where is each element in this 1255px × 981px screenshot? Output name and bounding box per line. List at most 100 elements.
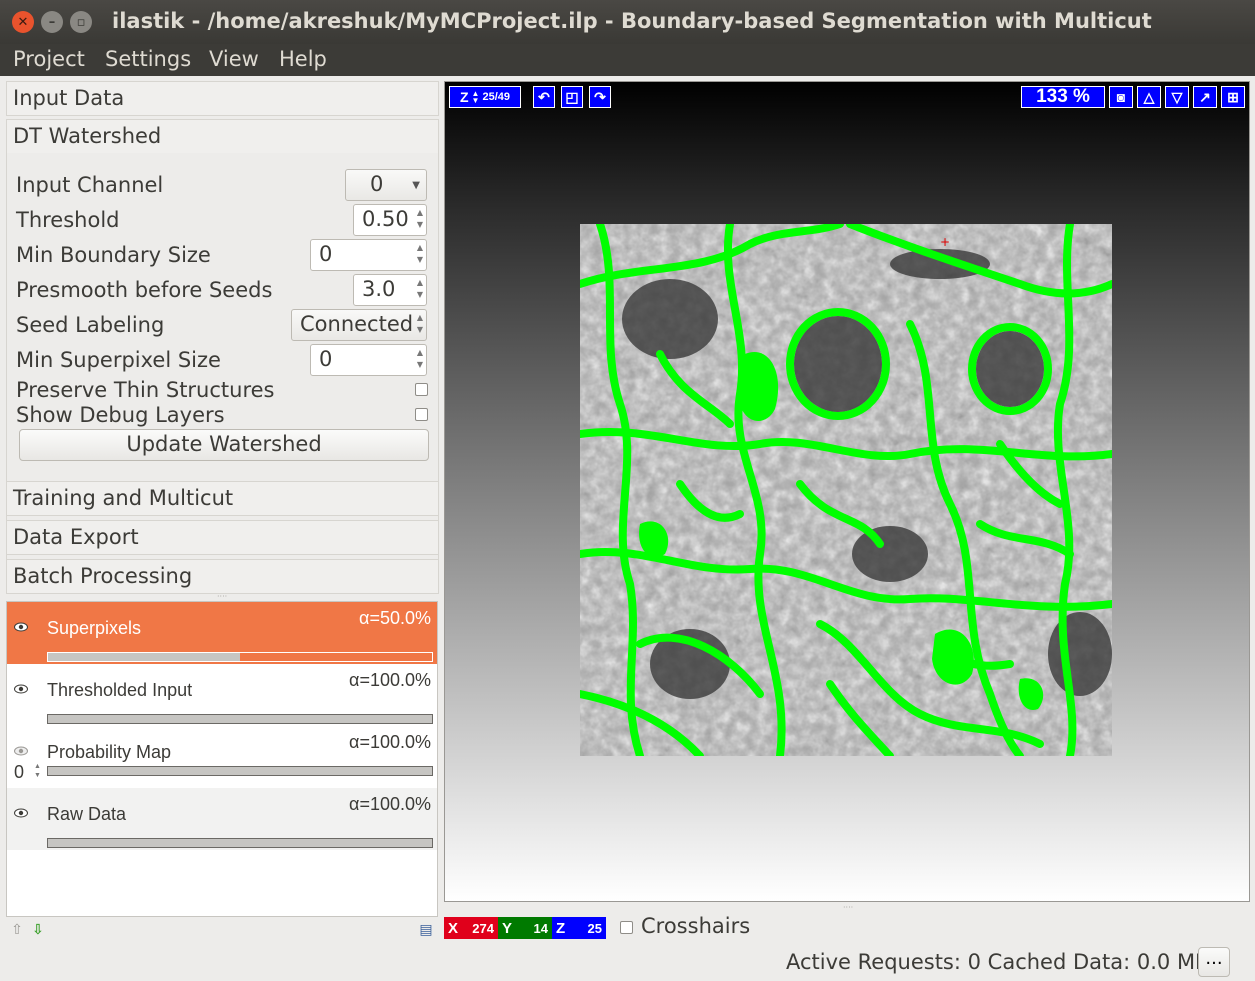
min-boundary-label: Min Boundary Size: [16, 243, 211, 267]
applet-data-export[interactable]: Data Export: [6, 520, 439, 555]
maximize-view-icon[interactable]: ↗: [1193, 86, 1217, 108]
min-boundary-value: 0: [319, 242, 333, 266]
threshold-value: 0.50: [362, 207, 409, 231]
input-channel-label: Input Channel: [16, 173, 164, 197]
layer-name: Superpixels: [47, 618, 142, 638]
layer-probability-map[interactable]: Probability Map α=100.0% 0 ▲ ▼: [7, 726, 437, 788]
layer-raw-data[interactable]: Raw Data α=100.0%: [7, 788, 437, 850]
spin-arrows-icon[interactable]: ▲ ▼: [417, 242, 423, 266]
layer-thresholded-input[interactable]: Thresholded Input α=100.0%: [7, 664, 437, 726]
maximize-window-button[interactable]: ▫: [70, 11, 92, 33]
applet-drawer: Input Data DT Watershed Input Channel 0 …: [4, 80, 439, 595]
z-value: 25: [587, 920, 602, 936]
seed-labeling-combo[interactable]: Connected ▲ ▼: [291, 309, 427, 341]
splitter-handle[interactable]: ····: [843, 903, 853, 912]
layer-name: Thresholded Input: [47, 680, 193, 700]
layer-settings-icon[interactable]: ▤: [417, 921, 435, 939]
min-boundary-spinbox[interactable]: 0 ▲ ▼: [310, 239, 427, 271]
layer-name: Probability Map: [47, 742, 172, 762]
menu-settings[interactable]: Settings: [105, 47, 191, 71]
show-debug-checkbox[interactable]: [415, 408, 428, 421]
chevron-down-icon: ▼: [412, 180, 420, 191]
y-value: 14: [533, 920, 548, 936]
layer-opacity: α=100.0%: [349, 794, 431, 814]
layer-opacity: α=100.0%: [349, 732, 431, 752]
spin-arrows-icon[interactable]: ▲ ▼: [417, 347, 423, 371]
image-viewer[interactable]: Z ▲ ▼ 25/49 ↶ ◰ ↷ 133 % ◙ △ ▽ ↗ ⊞ +: [444, 81, 1250, 902]
min-superpixel-label: Min Superpixel Size: [16, 348, 221, 372]
z-label: Z: [556, 919, 566, 937]
menu-project[interactable]: Project: [13, 47, 85, 71]
more-button[interactable]: ...: [1198, 947, 1230, 977]
move-layer-up-icon[interactable]: ⇧: [8, 921, 26, 939]
presmooth-label: Presmooth before Seeds: [16, 278, 273, 302]
update-watershed-button[interactable]: Update Watershed: [19, 429, 429, 461]
opacity-slider[interactable]: [47, 838, 433, 848]
preserve-thin-checkbox[interactable]: [415, 383, 428, 396]
zoom-level[interactable]: 133 %: [1021, 86, 1105, 108]
slice-value: 25/49: [482, 91, 510, 103]
menu-bar: Project Settings View Help: [0, 44, 1255, 76]
eye-icon[interactable]: [14, 682, 28, 697]
presmooth-spinbox[interactable]: 3.0 ▲ ▼: [353, 274, 427, 306]
spin-arrows-icon[interactable]: ▲ ▼: [417, 277, 423, 301]
eye-icon[interactable]: [14, 620, 28, 635]
input-channel-combo[interactable]: 0 ▼: [345, 169, 427, 201]
spin-arrows-icon[interactable]: ▲ ▼: [472, 90, 480, 105]
status-text: Active Requests: 0 Cached Data: 0.0 MB: [786, 950, 1210, 974]
y-label: Y: [502, 919, 513, 937]
eye-icon[interactable]: [14, 806, 28, 821]
grid-layout-icon[interactable]: ⊞: [1221, 86, 1245, 108]
opacity-fill: [48, 653, 240, 661]
preserve-thin-label: Preserve Thin Structures: [16, 378, 275, 402]
triangle-down-icon[interactable]: ▽: [1165, 86, 1189, 108]
applet-batch-processing[interactable]: Batch Processing: [6, 559, 439, 594]
opacity-slider[interactable]: [47, 652, 433, 662]
splitter-handle[interactable]: ····: [217, 592, 227, 601]
z-coordinate: Z 25: [552, 917, 606, 939]
applet-training-multicut[interactable]: Training and Multicut: [6, 481, 439, 516]
min-superpixel-value: 0: [319, 347, 333, 371]
seed-labeling-label: Seed Labeling: [16, 313, 165, 337]
layer-toolbar: ⇧ ⇩ ▤: [4, 919, 438, 943]
layer-superpixels[interactable]: Superpixels α=50.0%: [7, 602, 437, 664]
rotate-right-icon[interactable]: ↷: [589, 86, 611, 108]
minimize-window-button[interactable]: –: [41, 11, 63, 33]
seed-labeling-value: Connected: [300, 312, 414, 336]
crosshairs-checkbox[interactable]: [620, 921, 633, 934]
threshold-spinbox[interactable]: 0.50 ▲ ▼: [353, 204, 427, 236]
layer-name: Raw Data: [47, 804, 127, 824]
menu-help[interactable]: Help: [279, 47, 327, 71]
spin-arrows-icon[interactable]: ▲ ▼: [417, 207, 423, 231]
opacity-slider[interactable]: [47, 766, 433, 776]
opacity-fill: [48, 767, 432, 775]
eye-hidden-icon[interactable]: [14, 744, 28, 759]
segmentation-image[interactable]: +: [580, 224, 1112, 756]
layer-opacity: α=100.0%: [349, 670, 431, 690]
presmooth-value: 3.0: [362, 277, 396, 301]
opacity-fill: [48, 839, 432, 847]
spin-arrows-icon[interactable]: ▲ ▼: [34, 762, 41, 780]
window-title: ilastik - /home/akreshuk/MyMCProject.ilp…: [112, 9, 1152, 33]
x-label: X: [448, 919, 459, 937]
slice-selector[interactable]: Z ▲ ▼ 25/49: [449, 86, 521, 108]
show-debug-label: Show Debug Layers: [16, 403, 225, 427]
input-channel-value: 0: [370, 172, 384, 196]
channel-spinbox[interactable]: 0: [14, 762, 24, 783]
z-axis-label: Z: [459, 89, 469, 105]
close-window-button[interactable]: ✕: [12, 11, 34, 33]
menu-view[interactable]: View: [209, 47, 259, 71]
x-value: 274: [472, 920, 494, 936]
camera-icon[interactable]: ◙: [1109, 86, 1133, 108]
layer-opacity: α=50.0%: [359, 608, 431, 628]
applet-input-data[interactable]: Input Data: [6, 81, 439, 116]
applet-dt-watershed[interactable]: DT Watershed: [6, 119, 439, 154]
rotate-left-icon[interactable]: ↶: [533, 86, 555, 108]
opacity-slider[interactable]: [47, 714, 433, 724]
opacity-fill: [48, 715, 432, 723]
swap-axes-icon[interactable]: ◰: [561, 86, 583, 108]
move-layer-down-icon[interactable]: ⇩: [29, 921, 47, 939]
min-superpixel-spinbox[interactable]: 0 ▲ ▼: [310, 344, 427, 376]
triangle-up-icon[interactable]: △: [1137, 86, 1161, 108]
x-coordinate: X 274: [444, 917, 498, 939]
